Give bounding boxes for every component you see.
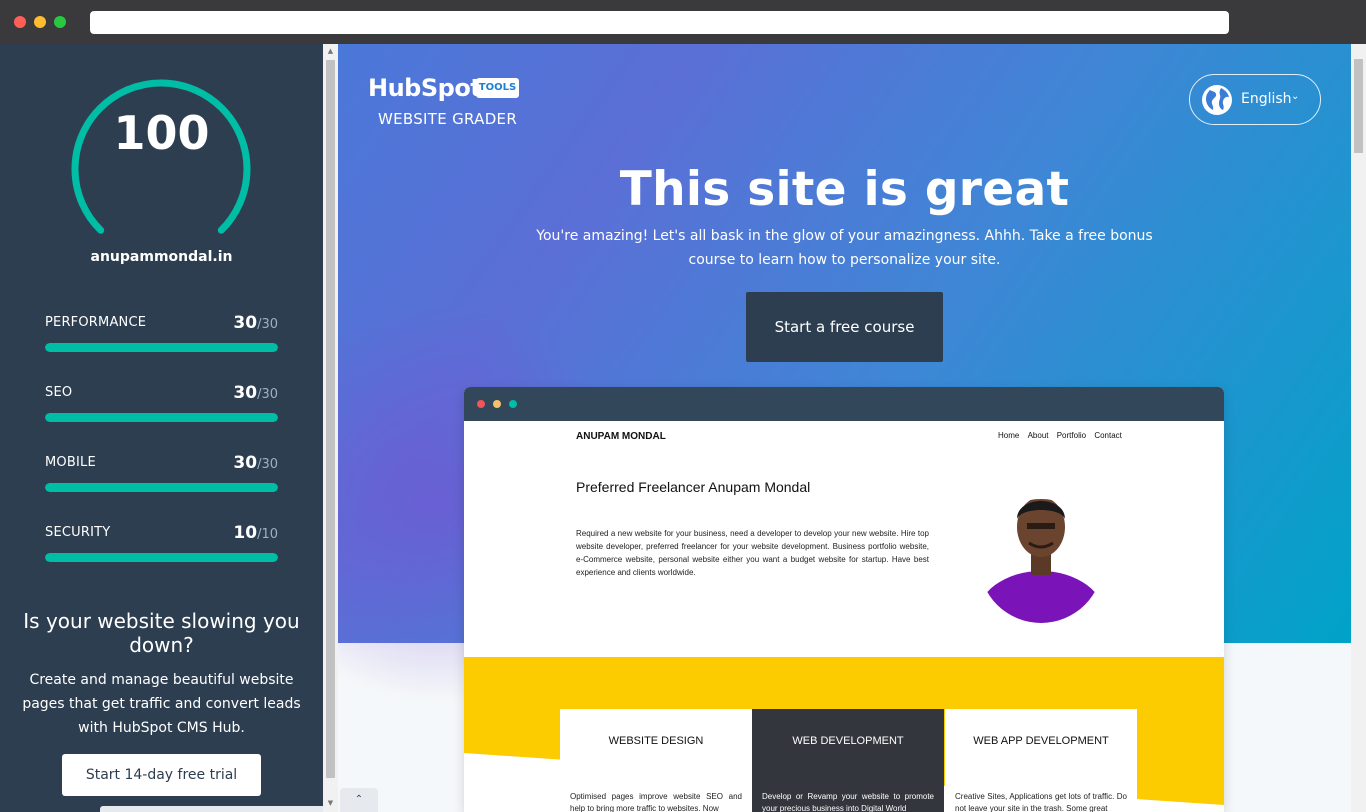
- service-title: WEBSITE DESIGN: [608, 735, 704, 747]
- globe-icon: [1202, 85, 1232, 115]
- metric-label: SEO: [45, 385, 73, 400]
- close-window-button[interactable]: [14, 16, 26, 28]
- sidebar-scrollbar[interactable]: ▲ ▼: [323, 44, 338, 812]
- metric-progress-bar: [45, 343, 278, 352]
- site-domain: anupammondal.in: [90, 249, 233, 265]
- preview-nav-item: Home: [998, 431, 1020, 440]
- scrollbar-thumb[interactable]: [326, 60, 335, 778]
- scrollbar-thumb[interactable]: [1354, 59, 1363, 153]
- metric-seo: SEO 30/30: [45, 383, 278, 429]
- service-description: Develop or Revamp your website to promot…: [762, 792, 934, 812]
- preview-red-dot: [477, 400, 485, 408]
- main-content: HubSpot TOOLS WEBSITE GRADER English ⌄ T…: [338, 44, 1351, 812]
- preview-titlebar: [464, 387, 1224, 421]
- preview-nav-item: Contact: [1094, 431, 1122, 440]
- metric-score: 30/30: [233, 383, 278, 403]
- metric-label: PERFORMANCE: [45, 315, 147, 330]
- promo-title: Is your website slowing you down?: [23, 609, 300, 657]
- preview-service-card: WEB APP DEVELOPMENT Creative Sites, Appl…: [945, 709, 1137, 812]
- metric-performance: PERFORMANCE 30/30: [45, 313, 278, 359]
- language-selector[interactable]: English ⌄: [1189, 74, 1321, 125]
- browser-chrome: [0, 0, 1366, 44]
- preview-nav: Home About Portfolio Contact: [992, 431, 1122, 440]
- chevron-down-icon: ⌄: [1291, 91, 1300, 102]
- hero-subtext: You're amazing! Let's all bask in the gl…: [536, 228, 1153, 268]
- logo-text: HubSpot: [368, 74, 482, 102]
- preview-brand: ANUPAM MONDAL: [576, 431, 666, 442]
- page-scrollbar[interactable]: [1351, 44, 1366, 812]
- chevron-up-icon: ⌃: [354, 794, 364, 805]
- hero-headline: This site is great: [619, 162, 1070, 217]
- service-title: WEB APP DEVELOPMENT: [973, 735, 1109, 747]
- metric-progress-bar: [45, 553, 278, 562]
- metric-score: 10/10: [233, 523, 278, 543]
- product-name: WEBSITE GRADER: [378, 110, 518, 128]
- metric-security: SECURITY 10/10: [45, 523, 278, 569]
- hubspot-tools-logo[interactable]: HubSpot TOOLS WEBSITE GRADER: [368, 74, 519, 128]
- service-description: Optimised pages improve website SEO and …: [570, 792, 742, 812]
- preview-service-card: WEB DEVELOPMENT Develop or Revamp your w…: [752, 709, 944, 812]
- preview-green-dot: [509, 400, 517, 408]
- metric-label: SECURITY: [45, 525, 111, 540]
- tools-badge: TOOLS: [476, 78, 519, 98]
- metric-score: 30/30: [233, 313, 278, 333]
- service-title: WEB DEVELOPMENT: [792, 735, 904, 747]
- score-sidebar: 100 anupammondal.in PERFORMANCE 30/30 SE…: [0, 44, 400, 812]
- minimize-window-button[interactable]: [34, 16, 46, 28]
- profile-photo: [979, 499, 1103, 623]
- preview-title: Preferred Freelancer Anupam Mondal: [576, 479, 811, 495]
- metric-mobile: MOBILE 30/30: [45, 453, 278, 499]
- metric-progress-bar: [45, 483, 278, 492]
- preview-yellow-dot: [493, 400, 501, 408]
- start-course-button[interactable]: Start a free course: [746, 292, 943, 362]
- overall-score: 100: [113, 106, 210, 160]
- site-preview: ANUPAM MONDAL Home About Portfolio Conta…: [464, 387, 1224, 812]
- metric-score: 30/30: [233, 453, 278, 473]
- metric-label: MOBILE: [45, 455, 96, 470]
- preview-description: Required a new website for your business…: [576, 529, 929, 577]
- preview-nav-item: Portfolio: [1056, 431, 1087, 440]
- collapse-toggle[interactable]: ⌃: [340, 788, 378, 812]
- preview-nav-item: About: [1027, 431, 1049, 440]
- promo-text: Create and manage beautiful website page…: [22, 672, 301, 736]
- score-gauge-arc: [71, 79, 251, 234]
- free-trial-button[interactable]: Start 14-day free trial: [62, 754, 261, 796]
- maximize-window-button[interactable]: [54, 16, 66, 28]
- metric-progress-bar: [45, 413, 278, 422]
- service-description: Creative Sites, Applications get lots of…: [955, 792, 1127, 812]
- preview-screenshot: ANUPAM MONDAL Home About Portfolio Conta…: [464, 421, 1224, 812]
- scroll-up-arrow-icon[interactable]: ▲: [323, 44, 338, 58]
- address-bar[interactable]: [90, 11, 1229, 34]
- score-gauge: [60, 78, 262, 248]
- preview-service-card: WEBSITE DESIGN Optimised pages improve w…: [560, 709, 752, 812]
- scroll-down-arrow-icon[interactable]: ▼: [323, 796, 338, 810]
- language-label: English: [1241, 91, 1292, 107]
